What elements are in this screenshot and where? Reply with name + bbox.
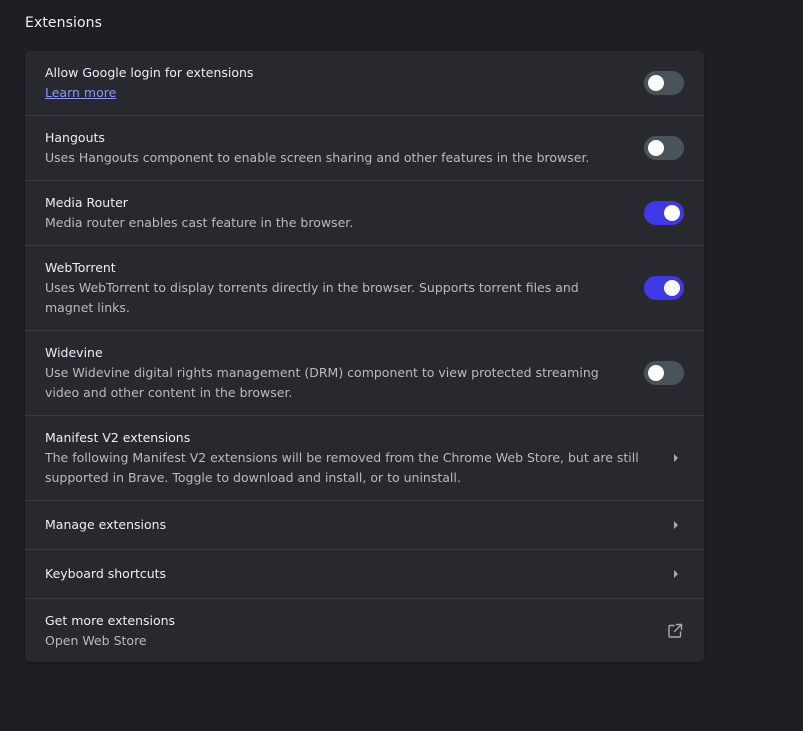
media-router-toggle[interactable]: [644, 201, 684, 225]
learn-more-link[interactable]: Learn more: [45, 83, 624, 103]
setting-row-media-router: Media Router Media router enables cast f…: [25, 181, 704, 246]
widevine-toggle[interactable]: [644, 361, 684, 385]
webtorrent-toggle[interactable]: [644, 276, 684, 300]
chevron-right-icon[interactable]: [668, 566, 684, 582]
setting-label: Manifest V2 extensions: [45, 430, 191, 445]
setting-row-manifest-v2[interactable]: Manifest V2 extensions The following Man…: [25, 416, 704, 501]
open-in-new-icon[interactable]: [666, 622, 684, 640]
toggle-knob: [664, 205, 680, 221]
setting-description: Uses Hangouts component to enable screen…: [45, 150, 590, 165]
setting-label: Keyboard shortcuts: [45, 566, 167, 581]
chevron-right-icon[interactable]: [668, 450, 684, 466]
setting-label: Widevine: [45, 345, 103, 360]
extensions-settings-page: Extensions Allow Google login for extens…: [0, 0, 803, 731]
setting-description: Media router enables cast feature in the…: [45, 215, 354, 230]
toggle-knob: [648, 365, 664, 381]
toggle-knob: [648, 140, 664, 156]
toggle-knob: [664, 280, 680, 296]
setting-row-webtorrent: WebTorrent Uses WebTorrent to display to…: [25, 246, 704, 331]
setting-description: Use Widevine digital rights management (…: [45, 365, 599, 400]
chevron-right-icon[interactable]: [668, 517, 684, 533]
setting-row-manage-extensions[interactable]: Manage extensions: [25, 501, 704, 550]
setting-label: WebTorrent: [45, 260, 116, 275]
setting-description: Uses WebTorrent to display torrents dire…: [45, 280, 579, 315]
setting-description: The following Manifest V2 extensions wil…: [45, 450, 639, 485]
setting-label: Allow Google login for extensions: [45, 65, 254, 80]
section-title: Extensions: [25, 15, 103, 31]
setting-label: Media Router: [45, 195, 128, 210]
setting-row-get-more-extensions[interactable]: Get more extensions Open Web Store: [25, 599, 704, 662]
setting-label: Manage extensions: [45, 517, 167, 532]
extensions-card: Allow Google login for extensions Learn …: [25, 51, 704, 662]
setting-label: Hangouts: [45, 130, 105, 145]
setting-row-keyboard-shortcuts[interactable]: Keyboard shortcuts: [25, 550, 704, 599]
setting-row-hangouts: Hangouts Uses Hangouts component to enab…: [25, 116, 704, 181]
toggle-knob: [648, 75, 664, 91]
setting-description: Open Web Store: [45, 632, 147, 648]
setting-row-google-login: Allow Google login for extensions Learn …: [25, 51, 704, 116]
setting-row-widevine: Widevine Use Widevine digital rights man…: [25, 331, 704, 416]
google-login-toggle[interactable]: [644, 71, 684, 95]
hangouts-toggle[interactable]: [644, 136, 684, 160]
setting-label: Get more extensions: [45, 612, 176, 628]
